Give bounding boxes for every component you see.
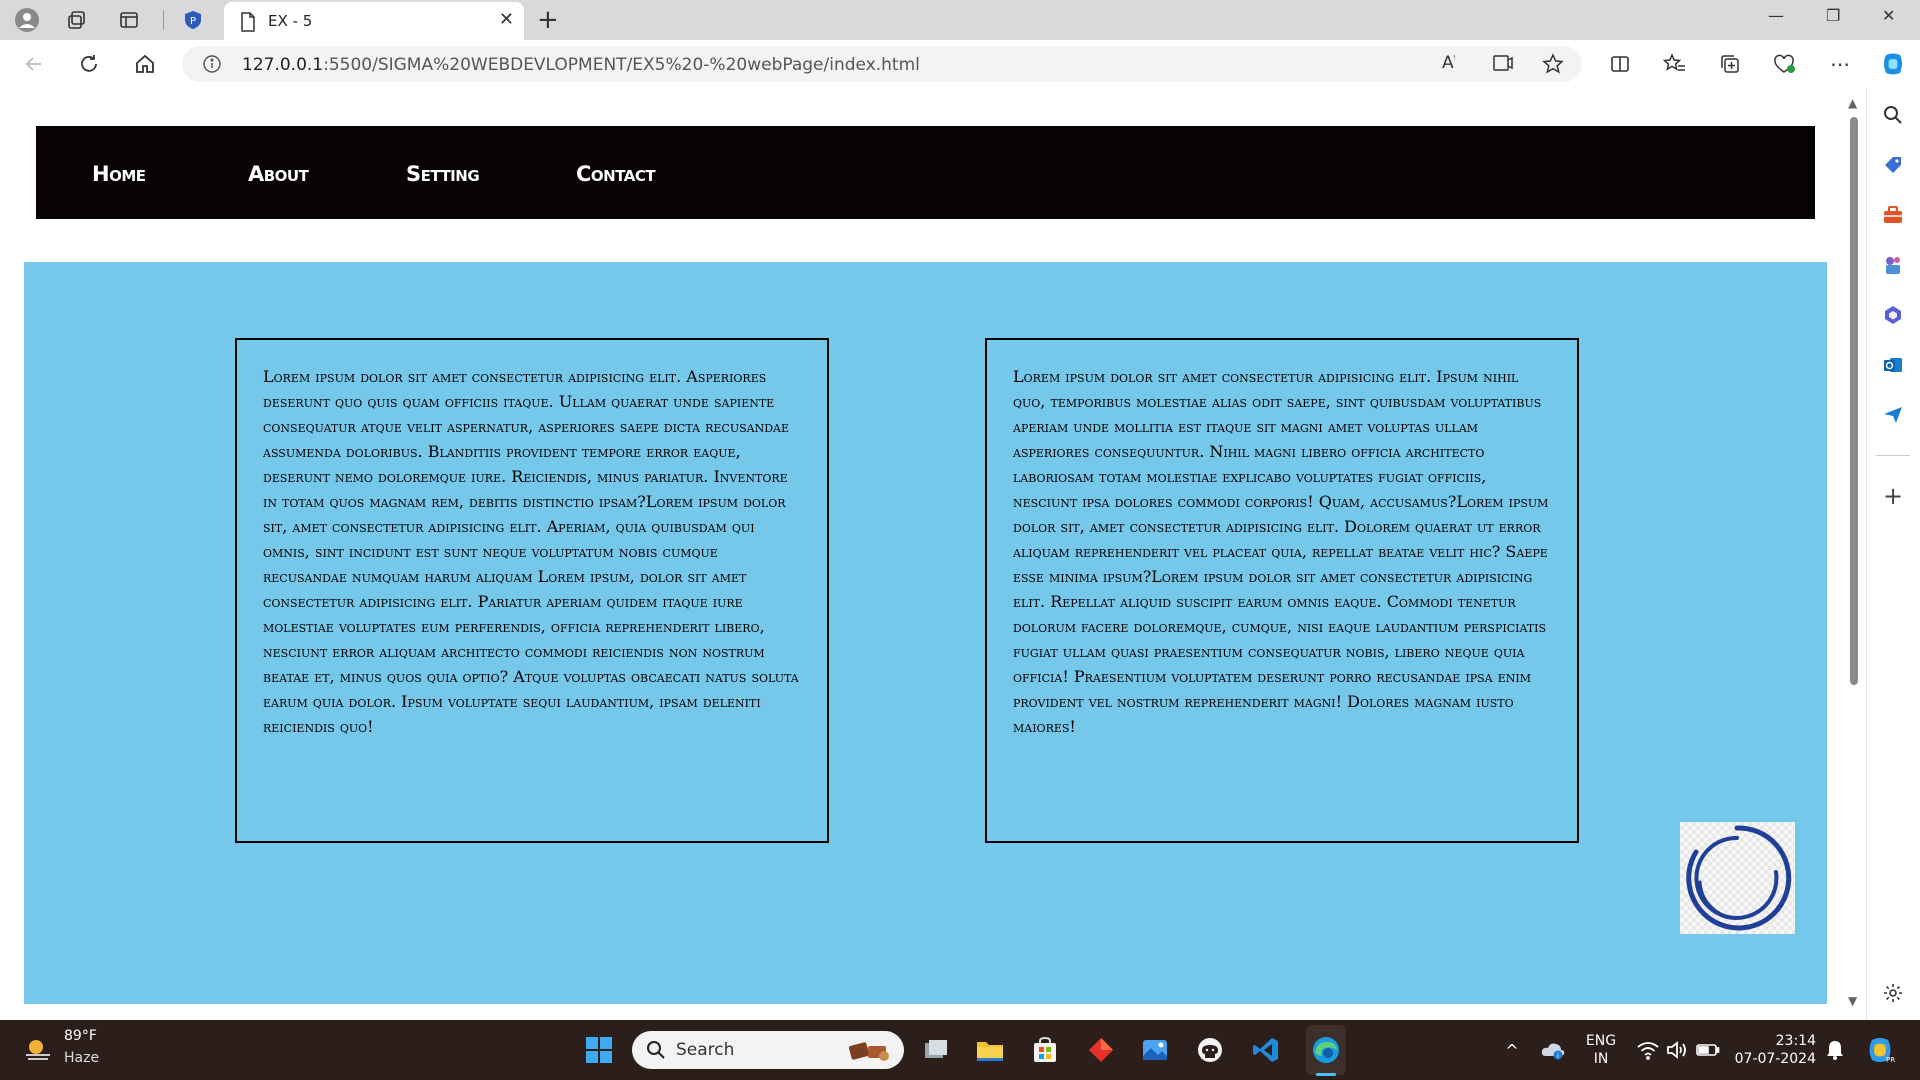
url-text: 127.0.0.1:5500/SIGMA%20WEBDEVLOPMENT/EX5…	[242, 55, 920, 75]
svg-text:P: P	[190, 16, 196, 27]
clock-time: 23:14	[1775, 1033, 1816, 1049]
split-screen-icon[interactable]	[1606, 50, 1634, 78]
tab-actions-icon[interactable]	[115, 6, 143, 34]
nav-link-home[interactable]: Home	[92, 162, 146, 186]
profile-icon[interactable]	[13, 6, 41, 34]
active-tab[interactable]: EX - 5 ✕	[224, 2, 524, 40]
scroll-down-arrow[interactable]: ▼	[1848, 994, 1857, 1008]
nav-link-contact[interactable]: Contact	[576, 162, 656, 186]
refresh-icon[interactable]	[75, 50, 103, 78]
sidebar-tools-icon[interactable]	[1880, 202, 1906, 228]
restore-icon[interactable]: ❐	[1826, 6, 1840, 25]
scroll-up-arrow[interactable]: ▲	[1848, 96, 1857, 110]
taskbar-search-box[interactable]: Search	[632, 1031, 904, 1069]
favorite-star-icon[interactable]	[1542, 53, 1564, 79]
address-bar[interactable]: 127.0.0.1:5500/SIGMA%20WEBDEVLOPMENT/EX5…	[182, 46, 1582, 82]
url-path: :5500/SIGMA%20WEBDEVLOPMENT/EX5%20-%20we…	[323, 55, 920, 75]
nav-link-about[interactable]: About	[248, 162, 309, 186]
sidebar-microsoft365-icon[interactable]	[1880, 302, 1906, 328]
file-explorer-icon[interactable]	[974, 1034, 1006, 1066]
weather-icon[interactable]	[22, 1034, 54, 1066]
copilot-icon[interactable]	[1879, 50, 1907, 78]
sidebar-add-icon[interactable]: +	[1880, 482, 1906, 510]
page-scrollbar-thumb[interactable]	[1850, 117, 1858, 685]
svg-text:PRE: PRE	[1886, 1056, 1895, 1064]
home-icon[interactable]	[131, 50, 159, 78]
github-icon[interactable]	[1194, 1034, 1226, 1066]
site-info-icon[interactable]	[202, 54, 222, 78]
language-code: ENG	[1585, 1033, 1617, 1049]
card-paragraph: Lorem ipsum dolor sit amet consectetur a…	[1013, 367, 1549, 736]
site-navbar: Home About Setting Contact	[36, 126, 1815, 219]
search-placeholder: Search	[676, 1040, 735, 1060]
url-host: 127.0.0.1	[242, 55, 324, 75]
task-view-icon[interactable]	[920, 1034, 952, 1066]
onedrive-icon[interactable]: i	[1537, 1034, 1569, 1066]
search-highlight-icon	[846, 1036, 894, 1068]
notification-bell-icon[interactable]	[1819, 1034, 1851, 1066]
microsoft-store-icon[interactable]	[1029, 1034, 1061, 1066]
tab-title: EX - 5	[268, 12, 313, 30]
vscode-icon[interactable]	[1250, 1034, 1282, 1066]
tab-separator	[163, 10, 164, 30]
active-app-indicator	[1316, 1073, 1336, 1076]
sidebar-send-icon[interactable]	[1880, 402, 1906, 428]
volume-icon[interactable]	[1661, 1034, 1693, 1066]
more-options-icon[interactable]: ⋯	[1826, 50, 1854, 78]
region-code: IN	[1593, 1051, 1609, 1067]
sidebar-games-icon[interactable]	[1880, 252, 1906, 278]
close-window-icon[interactable]: ✕	[1882, 6, 1895, 25]
edge-browser-icon[interactable]	[1310, 1034, 1342, 1066]
svg-text:i: i	[1557, 1052, 1559, 1060]
clock-date: 07-07-2024	[1734, 1051, 1816, 1067]
photos-icon[interactable]	[1139, 1034, 1171, 1066]
windows-taskbar: 89°F Haze Search ^ i ENG IN 23:14 07-07-…	[0, 1020, 1920, 1080]
sidebar-outlook-icon[interactable]	[1880, 352, 1906, 378]
minimize-icon[interactable]: —	[1768, 6, 1784, 25]
pinned-tab-icon[interactable]: P	[179, 6, 207, 34]
language-indicator[interactable]: ENG IN	[1581, 1032, 1621, 1068]
start-windows-icon[interactable]	[583, 1034, 615, 1066]
text-card-right: Lorem ipsum dolor sit amet consectetur a…	[985, 338, 1579, 843]
collections-icon[interactable]	[1716, 50, 1744, 78]
sidebar-shopping-icon[interactable]	[1880, 152, 1906, 178]
sidebar-search-icon[interactable]	[1880, 102, 1906, 128]
sidebar-settings-icon[interactable]	[1880, 980, 1906, 1006]
read-aloud-icon[interactable]: Aᵎ	[1442, 53, 1455, 73]
weather-description: Haze	[64, 1050, 100, 1066]
back-icon[interactable]	[20, 50, 48, 78]
copilot-taskbar-icon[interactable]: PRE	[1864, 1034, 1896, 1066]
loading-spinner	[1680, 822, 1795, 934]
wifi-icon[interactable]	[1632, 1034, 1664, 1066]
immersive-reader-icon[interactable]	[1492, 53, 1514, 77]
browser-essentials-icon[interactable]	[1771, 50, 1799, 78]
workspaces-icon[interactable]	[63, 6, 91, 34]
close-tab-icon[interactable]: ✕	[499, 9, 514, 30]
app-diamond-icon[interactable]	[1085, 1034, 1117, 1066]
document-icon	[240, 12, 256, 36]
browser-toolbar: 127.0.0.1:5500/SIGMA%20WEBDEVLOPMENT/EX5…	[0, 40, 1920, 88]
nav-link-setting[interactable]: Setting	[406, 162, 480, 186]
weather-temperature: 89°F	[64, 1028, 97, 1044]
clock[interactable]: 23:14 07-07-2024	[1720, 1032, 1816, 1068]
search-icon	[646, 1040, 666, 1064]
card-paragraph: Lorem ipsum dolor sit amet consectetur a…	[263, 367, 799, 736]
show-hidden-icons-icon[interactable]: ^	[1496, 1034, 1528, 1066]
browser-tab-bar: P EX - 5 ✕ + — ❐ ✕	[0, 0, 1920, 40]
favorites-icon[interactable]	[1661, 50, 1689, 78]
text-card-left: Lorem ipsum dolor sit amet consectetur a…	[235, 338, 829, 843]
new-tab-button[interactable]: +	[537, 5, 559, 35]
sidebar-divider	[1876, 455, 1910, 456]
